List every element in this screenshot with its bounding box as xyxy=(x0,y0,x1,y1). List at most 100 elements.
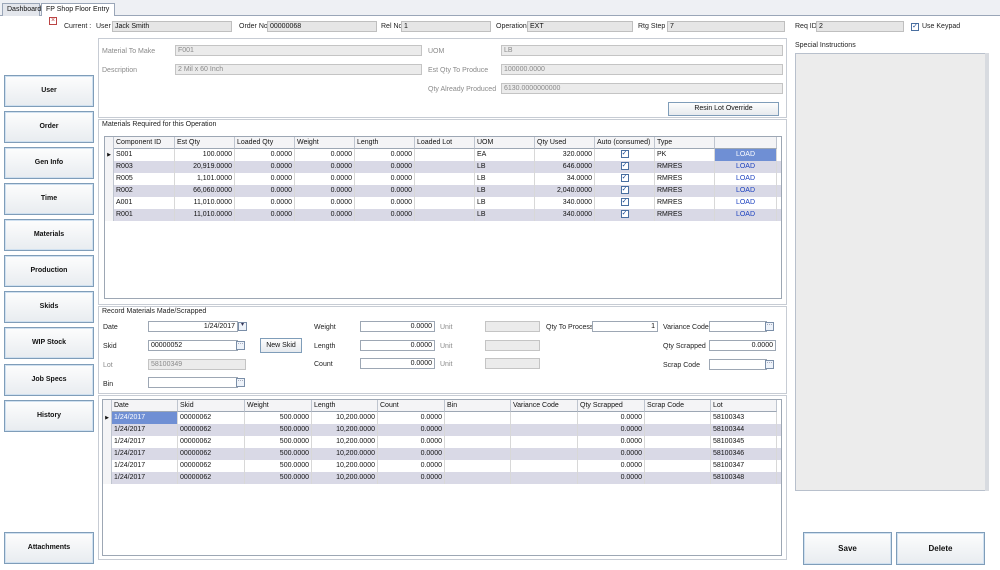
nav-history-button[interactable]: History xyxy=(4,400,94,432)
close-icon[interactable]: × xyxy=(49,17,57,26)
calendar-dropdown-icon[interactable]: ▾ xyxy=(238,322,247,331)
table-cell: 58100348 xyxy=(711,472,777,484)
checkbox-icon[interactable]: ✓ xyxy=(620,162,629,171)
skid-field[interactable]: 00000052 xyxy=(148,340,238,351)
checkbox-icon[interactable]: ✓ xyxy=(620,198,629,207)
nav-production-button[interactable]: Production xyxy=(4,255,94,287)
table-cell xyxy=(645,436,711,448)
checkbox-icon[interactable]: ✓ xyxy=(620,150,629,159)
table-cell: 10,200.0000 xyxy=(312,472,378,484)
skid-lookup-icon[interactable]: ··· xyxy=(236,341,245,350)
bin-lookup-icon[interactable]: ··· xyxy=(236,378,245,387)
nav-gen-info-button[interactable]: Gen Info xyxy=(4,147,94,179)
column-header[interactable]: Skid xyxy=(178,400,245,412)
save-button[interactable]: Save xyxy=(803,532,892,565)
table-row[interactable]: R002 66,060.0000 0.0000 0.0000 0.0000 LB 2,040… xyxy=(105,185,781,197)
checkbox-icon[interactable]: ✓ xyxy=(620,186,629,195)
table-cell xyxy=(415,149,475,161)
column-header[interactable]: Bin xyxy=(445,400,511,412)
variance-code-label: Variance Code xyxy=(663,324,709,331)
table-row[interactable]: ▶ 1/24/2017 00000062 500.0000 10,200.0000 0.0… xyxy=(103,412,781,424)
load-button[interactable]: LOAD xyxy=(715,185,777,197)
column-header[interactable] xyxy=(715,137,777,149)
table-cell: ✓ xyxy=(595,185,655,197)
nav-attachments-button[interactable]: Attachments xyxy=(4,532,94,564)
load-button[interactable]: LOAD xyxy=(715,173,777,185)
nav-order-button[interactable]: Order xyxy=(4,111,94,143)
special-instructions-scrollbar[interactable] xyxy=(985,53,989,491)
table-row[interactable]: 1/24/2017 00000062 500.0000 10,200.0000 0.00… xyxy=(103,436,781,448)
column-header[interactable]: Type xyxy=(655,137,715,149)
column-header[interactable]: Date xyxy=(112,400,178,412)
column-header[interactable]: Qty Scrapped xyxy=(578,400,645,412)
table-row[interactable]: 1/24/2017 00000062 500.0000 10,200.0000 0.00… xyxy=(103,424,781,436)
materials-required-grid[interactable]: Component ID Est Qty Loaded Qty Weight Lengt… xyxy=(104,136,782,299)
nav-skids-button[interactable]: Skids xyxy=(4,291,94,323)
date-label: Date xyxy=(103,324,118,331)
load-button[interactable]: LOAD xyxy=(715,161,777,173)
table-cell: 0.0000 xyxy=(378,424,445,436)
variance-lookup-icon[interactable]: ··· xyxy=(765,322,774,331)
table-row[interactable]: R003 20,919.0000 0.0000 0.0000 0.0000 LB 646.0… xyxy=(105,161,781,173)
tab-shop-floor-entry[interactable]: FP Shop Floor Entry × xyxy=(41,3,115,26)
weight-field[interactable]: 0.0000 xyxy=(360,321,435,332)
row-indicator xyxy=(103,472,112,484)
column-header[interactable]: Weight xyxy=(245,400,312,412)
column-header[interactable]: Length xyxy=(312,400,378,412)
checkbox-icon[interactable]: ✓ xyxy=(620,174,629,183)
use-keypad-checkbox[interactable]: ✓ xyxy=(911,23,919,31)
column-header[interactable]: Lot xyxy=(711,400,777,412)
table-row[interactable]: 1/24/2017 00000062 500.0000 10,200.0000 0.00… xyxy=(103,460,781,472)
column-header[interactable]: Weight xyxy=(295,137,355,149)
column-header[interactable]: Est Qty xyxy=(175,137,235,149)
nav-wip-stock-button[interactable]: WIP Stock xyxy=(4,327,94,359)
length-label: Length xyxy=(314,343,336,350)
nav-user-button[interactable]: User xyxy=(4,75,94,107)
length-field[interactable]: 0.0000 xyxy=(360,340,435,351)
column-header[interactable]: Qty Used xyxy=(535,137,595,149)
table-row[interactable]: 1/24/2017 00000062 500.0000 10,200.0000 0.00… xyxy=(103,448,781,460)
scrap-lookup-icon[interactable]: ··· xyxy=(765,360,774,369)
scrap-code-field[interactable] xyxy=(709,359,767,370)
table-cell xyxy=(415,209,475,221)
qty-to-process-field[interactable]: 1 xyxy=(592,321,658,332)
bin-field[interactable] xyxy=(148,377,238,388)
load-button[interactable]: LOAD xyxy=(715,197,777,209)
nav-materials-button[interactable]: Materials xyxy=(4,219,94,251)
load-button[interactable]: LOAD xyxy=(715,149,777,161)
table-row[interactable]: ▶ S001 100.0000 0.0000 0.0000 0.0000 EA 320.000… xyxy=(105,149,781,161)
nav-job-specs-button[interactable]: Job Specs xyxy=(4,364,94,396)
column-header[interactable]: Loaded Qty xyxy=(235,137,295,149)
variance-code-field[interactable] xyxy=(709,321,767,332)
table-row[interactable]: 1/24/2017 00000062 500.0000 10,200.0000 0.00… xyxy=(103,472,781,484)
new-skid-button[interactable]: New Skid xyxy=(260,338,302,353)
date-field[interactable]: 1/24/2017 xyxy=(148,321,238,332)
special-instructions-textarea[interactable] xyxy=(795,53,988,491)
count-field[interactable]: 0.0000 xyxy=(360,358,435,369)
uom-field: LB xyxy=(501,45,783,56)
column-header[interactable]: Scrap Code xyxy=(645,400,711,412)
qty-scrapped-field[interactable]: 0.0000 xyxy=(709,340,776,351)
table-cell: 10,200.0000 xyxy=(312,436,378,448)
table-row[interactable]: A001 11,010.0000 0.0000 0.0000 0.0000 LB 340.0… xyxy=(105,197,781,209)
column-header[interactable]: Variance Code xyxy=(511,400,578,412)
table-row[interactable]: R001 11,010.0000 0.0000 0.0000 0.0000 LB 340.0… xyxy=(105,209,781,221)
tab-dashboard[interactable]: Dashboard xyxy=(2,3,41,16)
column-header[interactable]: Loaded Lot xyxy=(415,137,475,149)
description-field: 2 Mil x 60 Inch xyxy=(175,64,422,75)
delete-button[interactable]: Delete xyxy=(896,532,985,565)
materials-made-grid[interactable]: Date Skid Weight Length Count Bin Variance Cod… xyxy=(102,399,782,556)
row-indicator xyxy=(105,161,114,173)
column-header[interactable]: Count xyxy=(378,400,445,412)
column-header[interactable]: UOM xyxy=(475,137,535,149)
load-button[interactable]: LOAD xyxy=(715,209,777,221)
resin-lot-override-button[interactable]: Resin Lot Override xyxy=(668,102,779,116)
table-cell xyxy=(511,424,578,436)
table-row[interactable]: R005 1,101.0000 0.0000 0.0000 0.0000 LB 34.000… xyxy=(105,173,781,185)
table-cell: 10,200.0000 xyxy=(312,448,378,460)
nav-time-button[interactable]: Time xyxy=(4,183,94,215)
checkbox-icon[interactable]: ✓ xyxy=(620,210,629,219)
column-header[interactable]: Component ID xyxy=(114,137,175,149)
column-header[interactable]: Auto (consumed) xyxy=(595,137,655,149)
column-header[interactable]: Length xyxy=(355,137,415,149)
